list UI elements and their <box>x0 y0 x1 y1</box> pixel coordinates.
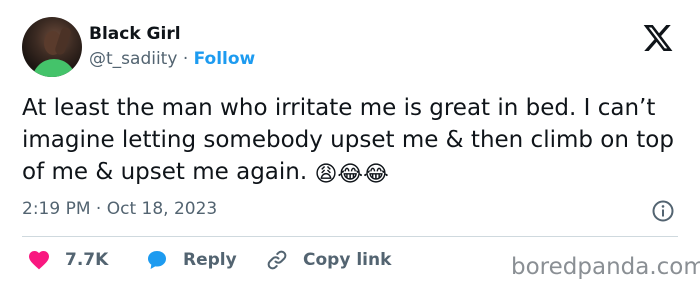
tweet-time: 2:19 PM <box>22 199 91 219</box>
like-button[interactable]: 7.7K <box>27 248 108 272</box>
avatar[interactable] <box>22 17 82 77</box>
author-name[interactable]: Black Girl <box>89 23 181 45</box>
avatar-arm <box>53 26 73 56</box>
timestamp-separator: · <box>95 199 102 219</box>
heart-icon <box>29 251 49 270</box>
info-icon[interactable] <box>651 199 675 223</box>
copy-link-label: Copy link <box>303 250 392 270</box>
x-logo-icon[interactable] <box>641 22 675 54</box>
link-icon <box>267 250 287 270</box>
tweet-text: At least the man who irritate me is grea… <box>22 92 687 188</box>
weary-face-emoji: 😩 <box>314 162 338 187</box>
copy-link-button[interactable]: Copy link <box>265 248 391 272</box>
author-handle[interactable]: @t_sadiity <box>89 49 177 69</box>
reply-label: Reply <box>183 250 237 270</box>
watermark: boredpanda.com <box>511 254 700 280</box>
author-handle-row: @t_sadiity · Follow <box>89 48 255 70</box>
handle-separator: · <box>182 49 189 69</box>
tweet-timestamp[interactable]: 2:19 PM · Oct 18, 2023 <box>22 198 217 220</box>
reply-button[interactable]: Reply <box>145 248 237 272</box>
divider <box>22 236 678 237</box>
avatar-shirt <box>32 59 76 77</box>
speech-bubble-icon <box>148 251 166 269</box>
like-count: 7.7K <box>65 250 109 270</box>
follow-button[interactable]: Follow <box>194 49 256 69</box>
tears-of-joy-emoji: 😂 <box>363 162 389 187</box>
tweet-date: Oct 18, 2023 <box>106 199 218 219</box>
tears-of-joy-emoji: 😂 <box>337 162 364 187</box>
